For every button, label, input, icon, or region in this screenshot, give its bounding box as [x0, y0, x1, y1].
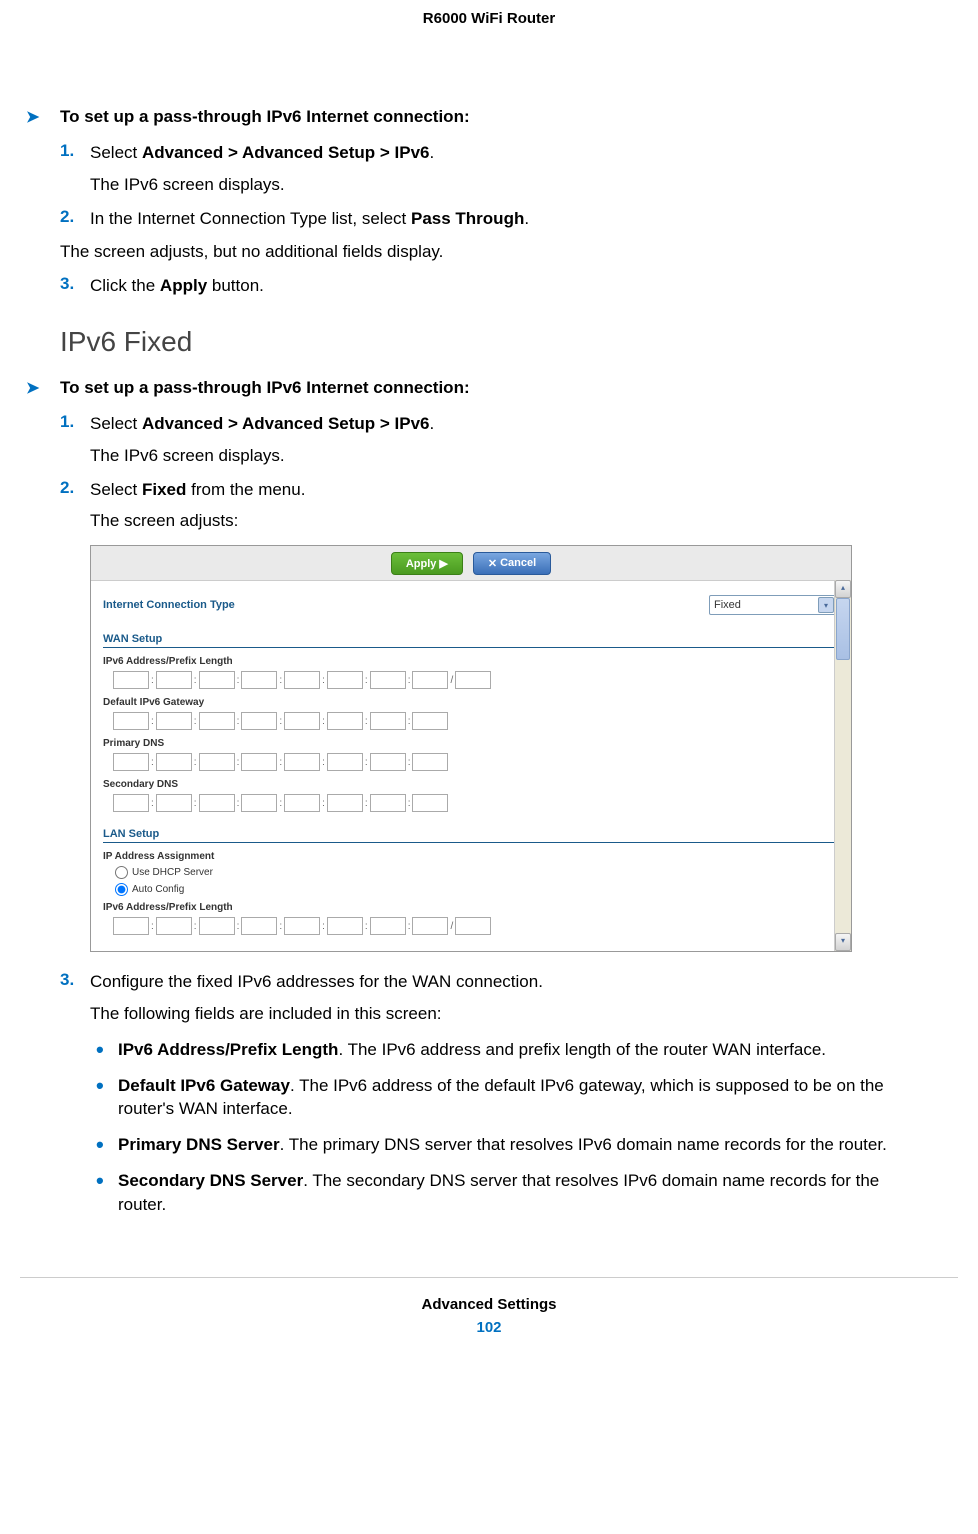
step-note: The screen adjusts, but no additional fi… — [60, 240, 918, 264]
radio-auto[interactable]: Auto Config — [103, 881, 839, 898]
step-number: 3. — [60, 970, 74, 990]
ipv6-field[interactable] — [199, 712, 235, 730]
bullet-item: IPv6 Address/Prefix Length. The IPv6 add… — [90, 1038, 918, 1062]
ipv6-field[interactable] — [412, 671, 448, 689]
lan-setup-section: LAN Setup — [103, 822, 839, 843]
ipv6-field[interactable] — [156, 712, 192, 730]
ipv6-field[interactable] — [199, 671, 235, 689]
radio-input[interactable] — [115, 883, 128, 896]
ipv6-field[interactable] — [241, 753, 277, 771]
section-heading: IPv6 Fixed — [60, 326, 918, 358]
ipv6-field[interactable] — [156, 753, 192, 771]
ipv6-field[interactable] — [199, 917, 235, 935]
ipv6-field[interactable] — [327, 671, 363, 689]
footer-title: Advanced Settings — [60, 1296, 918, 1313]
ipv6-field[interactable] — [113, 794, 149, 812]
step-number: 2. — [60, 207, 74, 227]
ipv6-field[interactable] — [284, 671, 320, 689]
page-header: R6000 WiFi Router — [60, 10, 918, 27]
step-number: 2. — [60, 478, 74, 498]
wan-setup-section: WAN Setup — [103, 627, 839, 648]
step-text: Click the Apply button. — [90, 274, 918, 298]
ipv6-field[interactable] — [284, 753, 320, 771]
page-number: 102 — [60, 1319, 918, 1336]
ipv6-field[interactable] — [284, 794, 320, 812]
scroll-thumb[interactable] — [836, 598, 850, 660]
step-subtext: The screen adjusts: — [90, 509, 918, 533]
screenshot-toolbar: Apply ▶ ✕Cancel — [91, 546, 851, 581]
step-subtext: The following fields are included in thi… — [90, 1002, 918, 1026]
ipv6-field[interactable] — [327, 794, 363, 812]
ipv6-field[interactable] — [284, 917, 320, 935]
step-number: 1. — [60, 412, 74, 432]
bullet-item: Primary DNS Server. The primary DNS serv… — [90, 1133, 918, 1157]
close-icon: ✕ — [488, 557, 497, 570]
prefix-field[interactable] — [455, 671, 491, 689]
secondary-dns-label: Secondary DNS — [103, 775, 839, 792]
ipv6-field[interactable] — [327, 712, 363, 730]
ipv6-field[interactable] — [370, 917, 406, 935]
ipv6-addr-label: IPv6 Address/Prefix Length — [103, 652, 839, 669]
ipv6-field[interactable] — [241, 917, 277, 935]
ipv6-field[interactable] — [113, 712, 149, 730]
step-text: Select Advanced > Advanced Setup > IPv6. — [90, 141, 918, 165]
ipv6-field[interactable] — [327, 753, 363, 771]
ipv6-field[interactable] — [370, 753, 406, 771]
default-gw-label: Default IPv6 Gateway — [103, 693, 839, 710]
ipv6-field[interactable] — [113, 917, 149, 935]
radio-input[interactable] — [115, 866, 128, 879]
chevron-down-icon: ▾ — [818, 597, 834, 613]
ipv6-field[interactable] — [199, 794, 235, 812]
apply-button[interactable]: Apply ▶ — [391, 552, 463, 575]
ip-assign-label: IP Address Assignment — [103, 847, 839, 864]
ipv6-addr-label-2: IPv6 Address/Prefix Length — [103, 898, 839, 915]
ipv6-field[interactable] — [199, 753, 235, 771]
ipv6-field[interactable] — [412, 753, 448, 771]
page-footer: Advanced Settings 102 — [60, 1277, 918, 1336]
prefix-field[interactable] — [455, 917, 491, 935]
ipv6-field[interactable] — [156, 794, 192, 812]
step-text: Configure the fixed IPv6 addresses for t… — [90, 970, 918, 994]
step-number: 1. — [60, 141, 74, 161]
conn-type-label: Internet Connection Type — [103, 599, 235, 611]
ipv6-field[interactable] — [412, 712, 448, 730]
bullet-item: Secondary DNS Server. The secondary DNS … — [90, 1169, 918, 1217]
ipv6-field[interactable] — [370, 712, 406, 730]
step-subtext: The IPv6 screen displays. — [90, 173, 918, 197]
radio-dhcp[interactable]: Use DHCP Server — [103, 864, 839, 881]
ipv6-field[interactable] — [241, 712, 277, 730]
ipv6-addr-inputs: : : : : : : : / — [103, 669, 839, 693]
primary-dns-label: Primary DNS — [103, 734, 839, 751]
step-subtext: The IPv6 screen displays. — [90, 444, 918, 468]
secondary-dns-inputs: : : : : : : : — [103, 792, 839, 816]
ipv6-field[interactable] — [241, 794, 277, 812]
ipv6-field[interactable] — [241, 671, 277, 689]
ipv6-field[interactable] — [412, 917, 448, 935]
ipv6-field[interactable] — [284, 712, 320, 730]
ipv6-field[interactable] — [370, 794, 406, 812]
ipv6-field[interactable] — [113, 671, 149, 689]
procedure-heading-1: To set up a pass-through IPv6 Internet c… — [60, 107, 918, 127]
scroll-up-icon[interactable]: ▴ — [835, 580, 851, 598]
default-gw-inputs: : : : : : : : — [103, 710, 839, 734]
ipv6-field[interactable] — [156, 917, 192, 935]
embedded-screenshot: Apply ▶ ✕Cancel Internet Connection Type… — [90, 545, 852, 952]
ipv6-addr-inputs-2: : : : : : : : / — [103, 915, 839, 939]
ipv6-field[interactable] — [412, 794, 448, 812]
procedure-heading-2: To set up a pass-through IPv6 Internet c… — [60, 378, 918, 398]
ipv6-field[interactable] — [113, 753, 149, 771]
conn-type-select[interactable]: Fixed ▾ — [709, 595, 839, 615]
scrollbar[interactable]: ▴ ▾ — [834, 580, 851, 951]
scroll-down-icon[interactable]: ▾ — [835, 933, 851, 951]
step-number: 3. — [60, 274, 74, 294]
ipv6-field[interactable] — [156, 671, 192, 689]
step-text: Select Fixed from the menu. — [90, 478, 918, 502]
bullet-item: Default IPv6 Gateway. The IPv6 address o… — [90, 1074, 918, 1122]
ipv6-field[interactable] — [327, 917, 363, 935]
step-text: In the Internet Connection Type list, se… — [90, 207, 918, 231]
step-text: Select Advanced > Advanced Setup > IPv6. — [90, 412, 918, 436]
primary-dns-inputs: : : : : : : : — [103, 751, 839, 775]
ipv6-field[interactable] — [370, 671, 406, 689]
cancel-button[interactable]: ✕Cancel — [473, 552, 551, 575]
